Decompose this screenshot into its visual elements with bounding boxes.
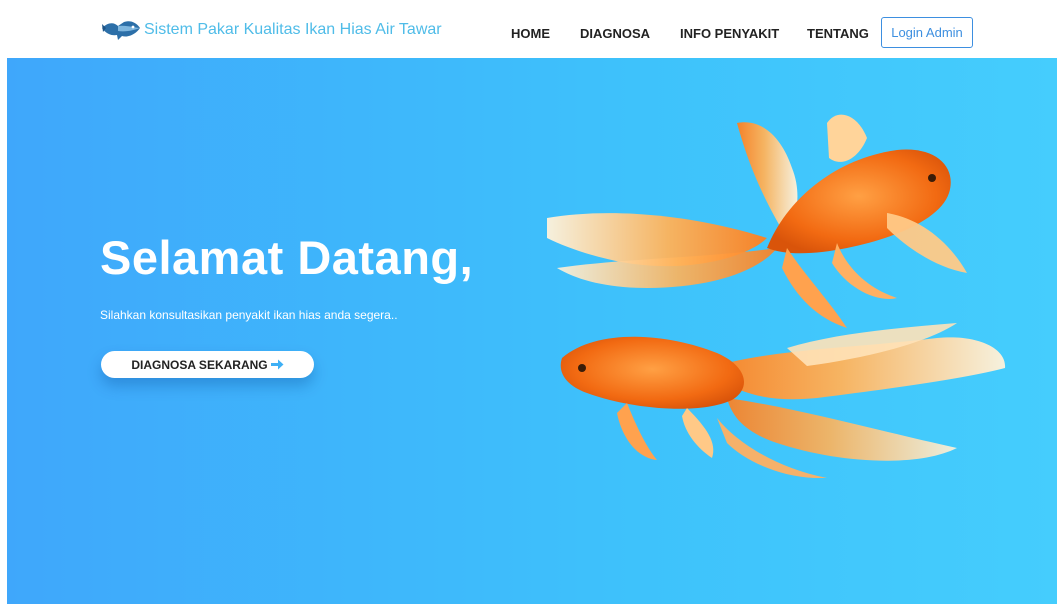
navbar: Sistem Pakar Kualitas Ikan Hias Air Tawa… bbox=[0, 0, 1057, 58]
nav-home[interactable]: HOME bbox=[511, 26, 550, 41]
login-admin-button[interactable]: Login Admin bbox=[881, 17, 973, 48]
arrow-right-icon bbox=[270, 359, 284, 370]
brand[interactable]: Sistem Pakar Kualitas Ikan Hias Air Tawa… bbox=[100, 14, 442, 46]
hero-section: Selamat Datang, Silahkan konsultasikan p… bbox=[7, 58, 1057, 604]
fish-logo-icon bbox=[102, 21, 140, 40]
hero-subtitle: Silahkan konsultasikan penyakit ikan hia… bbox=[100, 308, 398, 322]
cta-label: DIAGNOSA SEKARANG bbox=[131, 357, 268, 372]
hero-title: Selamat Datang, bbox=[100, 231, 474, 284]
diagnosa-sekarang-button[interactable]: DIAGNOSA SEKARANG bbox=[101, 351, 314, 378]
nav-diagnosa[interactable]: DIAGNOSA bbox=[580, 26, 650, 41]
nav-tentang[interactable]: TENTANG bbox=[807, 26, 869, 41]
goldfish-illustration bbox=[547, 114, 1006, 478]
brand-title: Sistem Pakar Kualitas Ikan Hias Air Tawa… bbox=[144, 21, 442, 38]
nav-info-penyakit[interactable]: INFO PENYAKIT bbox=[680, 26, 779, 41]
